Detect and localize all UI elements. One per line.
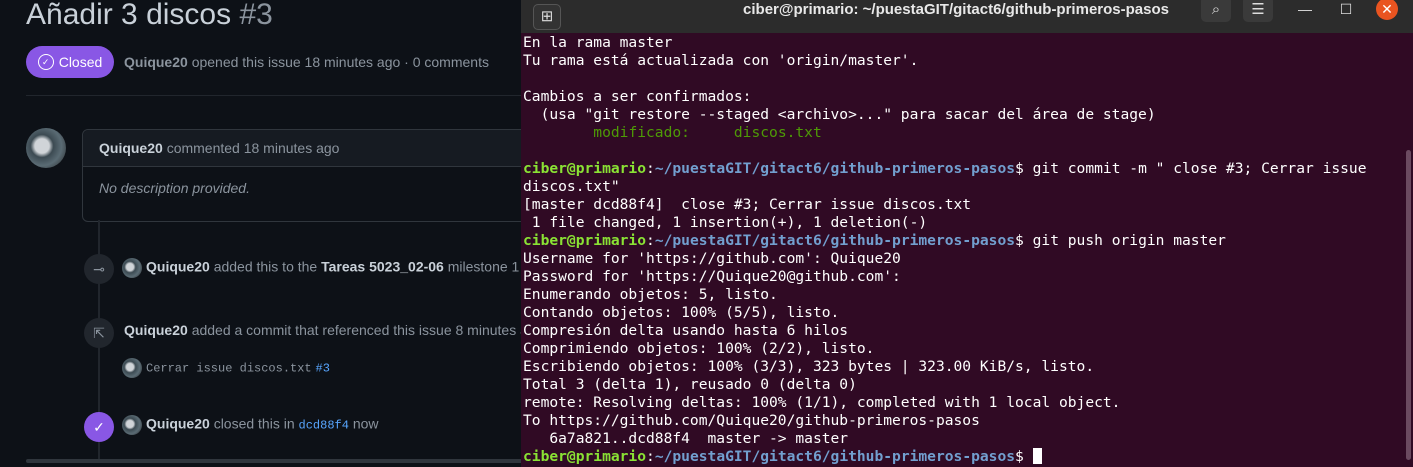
horizontal-scrollbar[interactable]	[26, 459, 530, 463]
terminal-line: 6a7a821..dcd88f4 master -> master	[523, 430, 849, 447]
milestone-link[interactable]: Tareas 5023_02-06	[321, 259, 444, 275]
timeline-event-closed: Quique20 closed this in dcd88f4 now	[122, 415, 379, 435]
maximize-icon: ☐	[1339, 1, 1353, 17]
vertical-scrollbar[interactable]	[1406, 150, 1411, 460]
text-cursor	[1032, 448, 1042, 464]
new-tab-button[interactable]: ⊞	[533, 4, 561, 30]
minimize-button[interactable]: —	[1294, 0, 1316, 18]
terminal-line: Escribiendo objetos: 100% (3/3), 323 byt…	[523, 358, 1095, 375]
terminal-line: (usa "git restore --staged <archivo>..."…	[523, 106, 1156, 123]
close-button[interactable]: ✕	[1376, 0, 1398, 20]
comment-author-link[interactable]: Quique20	[99, 140, 163, 156]
status-badge-label: Closed	[58, 54, 103, 70]
minimize-icon: —	[1298, 1, 1312, 17]
terminal-line: Username for 'https://github.com': Quiqu…	[523, 250, 901, 267]
comment-body: No description provided.	[99, 180, 250, 196]
status-badge: ✓ Closed	[26, 46, 114, 78]
github-issue-pane: Añadir 3 discos #3 ✓ Closed Quique20 ope…	[0, 0, 530, 467]
search-button[interactable]: ⌕	[1201, 0, 1231, 22]
prompt-path: ~/puestaGIT/gitact6/github-primeros-paso…	[654, 448, 1016, 465]
issue-title-text: Añadir 3 discos	[26, 0, 232, 31]
avatar[interactable]	[122, 415, 142, 435]
issue-meta-text: opened this issue 18 minutes ago · 0 com…	[191, 54, 489, 70]
comment-time: commented 18 minutes ago	[166, 140, 340, 156]
event-suffix: milestone 1	[447, 258, 520, 275]
timeline-event-milestone: Quique20 added this to the Tareas 5023_0…	[122, 258, 519, 278]
hamburger-icon: ☰	[1251, 1, 1265, 18]
event-author-link[interactable]: Quique20	[124, 322, 188, 338]
status-modified-label: modificado:	[593, 124, 690, 141]
event-suffix: now	[352, 415, 379, 432]
comment-box: Quique20 commented 18 minutes ago No des…	[82, 129, 530, 222]
prompt-user-host: ciber@primario	[523, 448, 647, 465]
issue-author-link[interactable]: Quique20	[124, 54, 188, 70]
cross-reference-icon: ⇱	[84, 318, 114, 348]
terminal-command: git commit -m " close #3; Cerrar issue	[1023, 160, 1367, 177]
terminal-line: En la rama master	[523, 34, 673, 51]
terminal-line: To https://github.com/Quique20/github-pr…	[523, 412, 980, 429]
commit-message-link[interactable]: Cerrar issue discos.txt	[146, 362, 312, 376]
commit-sha-link[interactable]: dcd88f4	[299, 419, 349, 433]
commit-row: Cerrar issue discos.txt #3	[122, 358, 330, 378]
menu-button[interactable]: ☰	[1243, 0, 1273, 22]
search-icon: ⌕	[1211, 1, 1221, 18]
plus-icon: ⊞	[540, 8, 554, 25]
prompt-user-host: ciber@primario	[523, 232, 647, 249]
terminal-output[interactable]: En la rama master Tu rama está actualiza…	[523, 34, 1367, 466]
avatar[interactable]	[26, 128, 66, 168]
terminal-line: discos.txt"	[523, 178, 620, 195]
prompt-path: ~/puestaGIT/gitact6/github-primeros-paso…	[654, 232, 1016, 249]
status-modified-file: discos.txt	[733, 124, 822, 141]
close-icon: ✕	[1381, 1, 1393, 17]
terminal-line: Compresión delta usando hasta 6 hilos	[523, 322, 849, 339]
terminal-line: Total 3 (delta 1), reusado 0 (delta 0)	[523, 376, 857, 393]
terminal-line: [master dcd88f4] close #3; Cerrar issue …	[523, 196, 972, 213]
terminal-line: remote: Resolving deltas: 100% (1/1), co…	[523, 394, 1121, 411]
issue-title: Añadir 3 discos #3	[26, 0, 273, 32]
event-author-link[interactable]: Quique20	[146, 416, 210, 432]
terminal-line: Comprimiendo objetos: 100% (2/2), listo.	[523, 340, 875, 357]
terminal-window[interactable]: ⊞ ciber@primario: ~/puestaGIT/gitact6/gi…	[521, 0, 1413, 467]
event-text: added a commit that referenced this issu…	[191, 322, 528, 338]
terminal-titlebar[interactable]: ⊞ ciber@primario: ~/puestaGIT/gitact6/gi…	[521, 0, 1413, 33]
commit-issue-ref-link[interactable]: #3	[316, 362, 330, 376]
issue-number: #3	[239, 0, 273, 31]
comment-header: Quique20 commented 18 minutes ago	[83, 130, 530, 167]
terminal-line: 1 file changed, 1 insertion(+), 1 deleti…	[523, 214, 928, 231]
event-text: added this to the	[213, 258, 318, 275]
terminal-line: Cambios a ser confirmados:	[523, 88, 752, 105]
terminal-line: Tu rama está actualizada con 'origin/mas…	[523, 52, 919, 69]
terminal-line: Enumerando objetos: 5, listo.	[523, 286, 778, 303]
maximize-button[interactable]: ☐	[1335, 0, 1357, 18]
terminal-command: git push origin master	[1023, 232, 1226, 249]
event-text: closed this in	[213, 415, 295, 432]
closed-check-icon: ✓	[84, 412, 114, 442]
issue-meta: Quique20 opened this issue 18 minutes ag…	[124, 54, 489, 70]
prompt-path: ~/puestaGIT/gitact6/github-primeros-paso…	[654, 160, 1016, 177]
check-circle-icon: ✓	[37, 54, 54, 70]
terminal-line: Password for 'https://Quique20@github.co…	[523, 268, 901, 285]
prompt-user-host: ciber@primario	[523, 160, 647, 177]
event-author-link[interactable]: Quique20	[146, 259, 210, 275]
window-title: ciber@primario: ~/puestaGIT/gitact6/gith…	[743, 1, 1169, 18]
terminal-line: Contando objetos: 100% (5/5), listo.	[523, 304, 840, 321]
divider	[26, 95, 530, 96]
timeline-event-commit: Quique20 added a commit that referenced …	[124, 322, 528, 338]
milestone-icon: ⊸	[84, 254, 114, 284]
avatar[interactable]	[122, 358, 142, 378]
avatar[interactable]	[122, 258, 142, 278]
